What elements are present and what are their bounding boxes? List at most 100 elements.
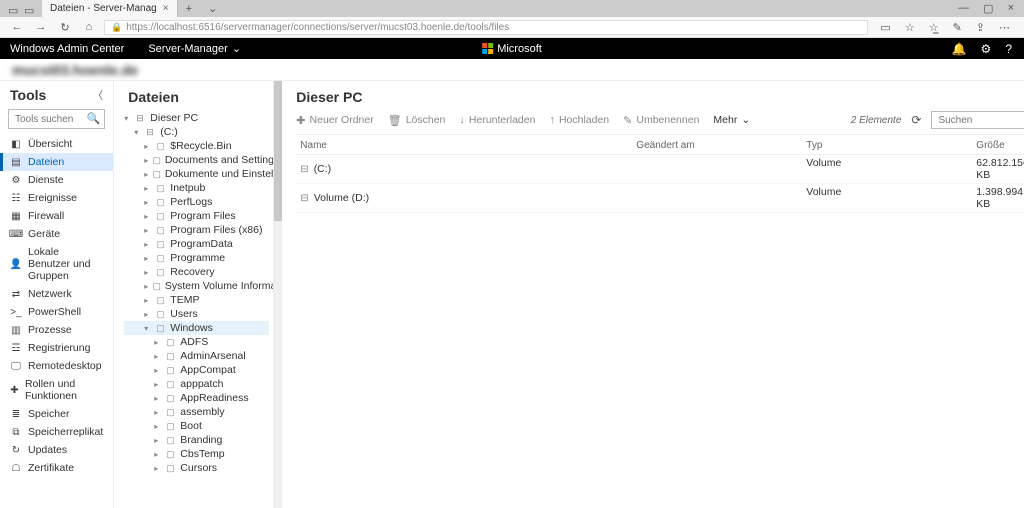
sidebar-item-dateien[interactable]: ▤Dateien	[0, 153, 113, 171]
new-folder-button[interactable]: ✚Neuer Ordner	[296, 114, 373, 127]
tree-node[interactable]: ▸▢Recovery	[124, 265, 269, 279]
sidebar-item-speicherreplikat[interactable]: ⧉Speicherreplikat	[0, 423, 113, 441]
tree-node[interactable]: ▾⊟(C:)	[124, 125, 269, 139]
chevron-icon[interactable]: ▾	[144, 324, 152, 333]
chevron-icon[interactable]: ▾	[124, 114, 132, 123]
delete-button[interactable]: 🗑Löschen	[388, 114, 446, 127]
home-button[interactable]: ⌂	[80, 21, 98, 33]
sidebar-item-dienste[interactable]: ⚙Dienste	[0, 171, 113, 189]
tree-node[interactable]: ▸▢System Volume Information	[124, 279, 269, 293]
tree-scrollbar[interactable]	[274, 81, 282, 508]
notes-icon[interactable]: ✎	[953, 21, 962, 34]
help-icon[interactable]: ?	[1005, 42, 1012, 56]
sidebar-item-lokale-benutzer-und-gruppen[interactable]: 👤Lokale Benutzer und Gruppen	[0, 243, 113, 285]
sidebar-item-remotedesktop[interactable]: 🖵Remotedesktop	[0, 357, 113, 375]
sidebar-item-firewall[interactable]: ▦Firewall	[0, 207, 113, 225]
sidebar-item-speicher[interactable]: ≣Speicher	[0, 405, 113, 423]
tree-node[interactable]: ▾▢Windows	[124, 321, 269, 335]
chevron-icon[interactable]: ▸	[144, 268, 152, 277]
tree-node[interactable]: ▸▢TEMP	[124, 293, 269, 307]
tree-node[interactable]: ▸▢Documents and Settings	[124, 153, 269, 167]
tree-node[interactable]: ▸▢Inetpub	[124, 181, 269, 195]
chevron-icon[interactable]: ▸	[144, 310, 152, 319]
sidebar-item-ereignisse[interactable]: ☷Ereignisse	[0, 189, 113, 207]
chevron-icon[interactable]: ▾	[134, 128, 142, 137]
back-button[interactable]: ←	[8, 21, 26, 33]
tree-node[interactable]: ▸▢Dokumente und Einstellungen	[124, 167, 269, 181]
table-row[interactable]: ⊟Volume (D:)Volume1.398.994.940 KB	[296, 184, 1024, 213]
tree-node[interactable]: ▸▢apppatch	[124, 377, 269, 391]
close-window-button[interactable]: ×	[1008, 2, 1014, 15]
col-name[interactable]: Name	[296, 140, 636, 151]
tree-node[interactable]: ▸▢Branding	[124, 433, 269, 447]
tree-node[interactable]: ▸▢Program Files (x86)	[124, 223, 269, 237]
context-dropdown[interactable]: Server-Manager ⌄	[134, 42, 255, 55]
chevron-icon[interactable]: ▸	[154, 408, 162, 417]
tree-node[interactable]: ▸▢AdminArsenal	[124, 349, 269, 363]
chevron-icon[interactable]: ▸	[144, 142, 152, 151]
sidebar-item-powershell[interactable]: >_PowerShell	[0, 303, 113, 321]
tree-node[interactable]: ▸▢Program Files	[124, 209, 269, 223]
sidebar-item-übersicht[interactable]: ◧Übersicht	[0, 135, 113, 153]
sidebar-item-rollen-und-funktionen[interactable]: ✚Rollen und Funktionen	[0, 375, 113, 405]
chevron-icon[interactable]: ▸	[144, 226, 152, 235]
favorite-icon[interactable]: ☆	[905, 21, 915, 34]
sidebar-item-netzwerk[interactable]: ⇄Netzwerk	[0, 285, 113, 303]
new-tab-button[interactable]: +	[178, 3, 200, 15]
tree-node[interactable]: ▸▢AppReadiness	[124, 391, 269, 405]
minimize-button[interactable]: —	[958, 2, 969, 15]
tree-node[interactable]: ▸▢$Recycle.Bin	[124, 139, 269, 153]
sidebar-item-geräte[interactable]: ⌨Geräte	[0, 225, 113, 243]
table-row[interactable]: ⊟(C:)Volume62.812.156 KB	[296, 155, 1024, 184]
browser-tab[interactable]: Dateien - Server-Manag ×	[42, 0, 178, 17]
tree-node[interactable]: ▸▢assembly	[124, 405, 269, 419]
chevron-icon[interactable]: ▸	[144, 212, 152, 221]
chevron-icon[interactable]: ▸	[144, 198, 152, 207]
tools-search[interactable]: 🔍	[8, 109, 105, 129]
settings-icon[interactable]: ⚙	[981, 42, 992, 56]
download-button[interactable]: ↓Herunterladen	[459, 114, 535, 126]
chevron-icon[interactable]: ▸	[144, 156, 148, 165]
sidebar-item-updates[interactable]: ↻Updates	[0, 441, 113, 459]
forward-button[interactable]: →	[32, 21, 50, 33]
more-icon[interactable]: ⋯	[999, 21, 1010, 34]
chevron-icon[interactable]: ▸	[154, 380, 162, 389]
tree-node[interactable]: ▾⊟Dieser PC	[124, 111, 269, 125]
details-search-input[interactable]	[931, 111, 1024, 129]
favorites-hub-icon[interactable]: ☆̲	[929, 21, 939, 34]
chevron-icon[interactable]: ▸	[154, 436, 162, 445]
close-icon[interactable]: ×	[163, 3, 169, 14]
chevron-icon[interactable]: ▸	[154, 422, 162, 431]
chevron-icon[interactable]: ▸	[154, 394, 162, 403]
sidebar-item-registrierung[interactable]: ☲Registrierung	[0, 339, 113, 357]
col-modified[interactable]: Geändert am	[636, 140, 806, 151]
chevron-icon[interactable]: ▸	[144, 296, 152, 305]
url-field[interactable]: 🔒 https://localhost:6516/servermanager/c…	[104, 20, 868, 35]
tree-node[interactable]: ▸▢ProgramData	[124, 237, 269, 251]
chevron-icon[interactable]: ▸	[144, 282, 148, 291]
col-size[interactable]: Größe	[976, 140, 1024, 151]
chevron-icon[interactable]: ▸	[144, 240, 152, 249]
tree-node[interactable]: ▸▢Users	[124, 307, 269, 321]
rename-button[interactable]: ✎Umbenennen	[623, 114, 699, 127]
tree-node[interactable]: ▸▢Boot	[124, 419, 269, 433]
sidebar-item-zertifikate[interactable]: ☖Zertifikate	[0, 459, 113, 477]
tree-node[interactable]: ▸▢AppCompat	[124, 363, 269, 377]
notifications-icon[interactable]: 🔔	[952, 42, 967, 56]
upload-button[interactable]: ↑Hochladen	[549, 114, 609, 126]
refresh-button[interactable]: ↻	[56, 21, 74, 34]
chevron-icon[interactable]: ▸	[154, 352, 162, 361]
chevron-icon[interactable]: ▸	[144, 254, 152, 263]
details-search[interactable]: 🔍	[931, 111, 1024, 129]
tree-node[interactable]: ▸▢CbsTemp	[124, 447, 269, 461]
collapse-button[interactable]: 〈	[92, 87, 103, 103]
tree-node[interactable]: ▸▢Programme	[124, 251, 269, 265]
tab-chevron[interactable]: ⌄	[200, 2, 225, 15]
tree-node[interactable]: ▸▢Cursors	[124, 461, 269, 475]
tree-node[interactable]: ▸▢PerfLogs	[124, 195, 269, 209]
maximize-button[interactable]: ▢	[983, 2, 993, 15]
share-icon[interactable]: ⇪	[976, 21, 985, 34]
chevron-icon[interactable]: ▸	[154, 338, 162, 347]
tree-node[interactable]: ▸▢ADFS	[124, 335, 269, 349]
sidebar-item-prozesse[interactable]: ▥Prozesse	[0, 321, 113, 339]
